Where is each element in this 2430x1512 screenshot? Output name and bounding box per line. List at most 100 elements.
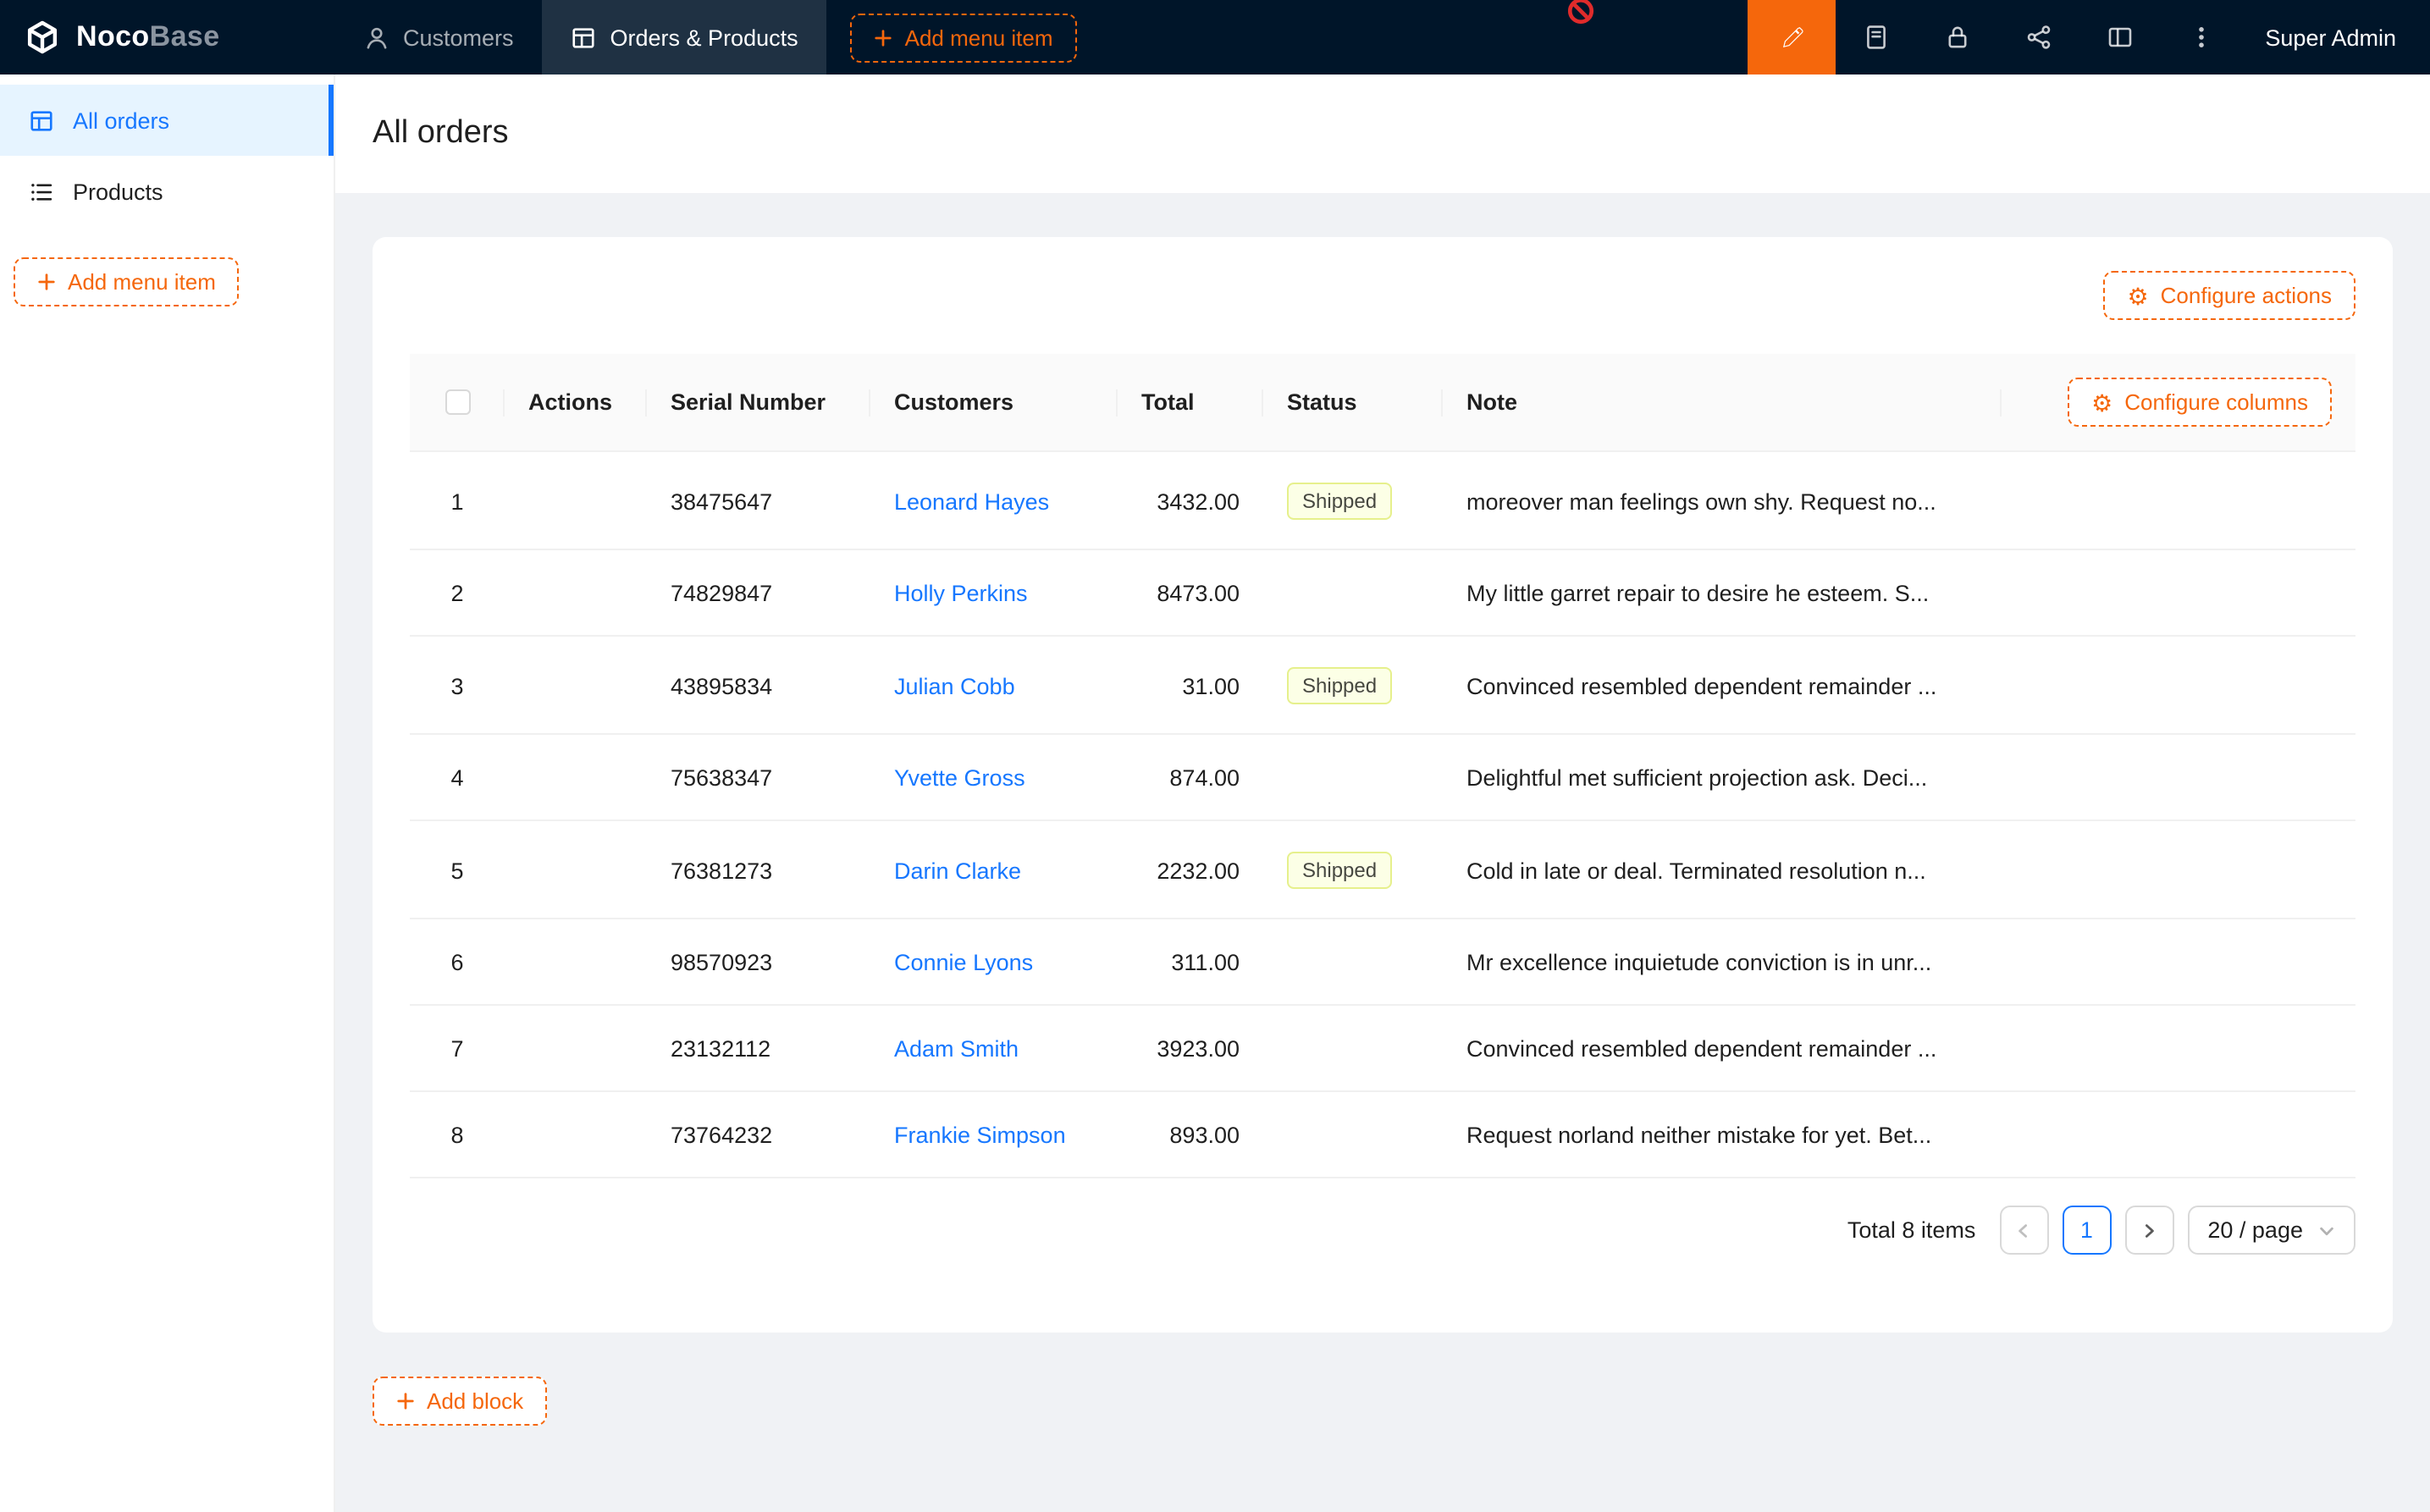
column-header-status: Status	[1263, 354, 1443, 451]
table-row: 2 74829847 Holly Perkins 8473.00 My litt…	[410, 549, 2355, 636]
table-row: 1 38475647 Leonard Hayes 3432.00 Shipped…	[410, 451, 2355, 549]
note-cell: Delightful met sufficient projection ask…	[1443, 734, 2002, 820]
serial-number-cell: 75638347	[647, 734, 870, 820]
column-header-total: Total	[1118, 354, 1263, 451]
gear-icon: ⚙	[2128, 284, 2149, 307]
total-cell: 3432.00	[1118, 451, 1263, 549]
header-add-menu-item-label: Add menu item	[905, 25, 1053, 50]
card-toolbar: ⚙ Configure actions	[410, 271, 2355, 320]
user-icon	[364, 25, 389, 50]
customer-link[interactable]: Yvette Gross	[894, 765, 1025, 791]
serial-number-cell: 43895834	[647, 636, 870, 734]
orders-table-icon	[29, 108, 54, 133]
user-menu[interactable]: Super Admin	[2241, 0, 2430, 74]
status-badge: Shipped	[1287, 852, 1392, 889]
layout-icon	[2106, 24, 2133, 51]
chevron-right-icon	[2140, 1222, 2157, 1239]
plus-icon	[875, 28, 893, 47]
total-cell: 311.00	[1118, 919, 1263, 1005]
notebook-button[interactable]	[1835, 0, 1916, 74]
table-row: 5 76381273 Darin Clarke 2232.00 Shipped …	[410, 820, 2355, 919]
layout-button[interactable]	[2079, 0, 2160, 74]
sidebar-item-products[interactable]: Products	[0, 156, 334, 227]
nav-tab-orders-products[interactable]: Orders & Products	[543, 0, 827, 74]
row-actions-cell	[505, 919, 647, 1005]
more-button[interactable]	[2160, 0, 2241, 74]
customer-link[interactable]: Leonard Hayes	[894, 488, 1049, 514]
row-index: 6	[410, 919, 505, 1005]
status-badge: Shipped	[1287, 667, 1392, 704]
configure-columns-label: Configure columns	[2124, 389, 2308, 415]
status-badge: Shipped	[1287, 483, 1392, 520]
pagination-next-button[interactable]	[2124, 1206, 2173, 1255]
row-index: 3	[410, 636, 505, 734]
customer-link[interactable]: Julian Cobb	[894, 673, 1015, 698]
total-cell: 8473.00	[1118, 549, 1263, 636]
customer-link[interactable]: Adam Smith	[894, 1036, 1019, 1062]
nocobase-logo[interactable]: NocoBase	[0, 0, 335, 74]
chevron-down-icon	[2318, 1222, 2335, 1239]
customer-link[interactable]: Darin Clarke	[894, 858, 1021, 883]
ui-editor-button[interactable]	[1747, 0, 1835, 74]
add-block-button[interactable]: Add block	[373, 1377, 547, 1426]
nocobase-logo-icon	[24, 19, 61, 56]
row-index: 1	[410, 451, 505, 549]
serial-number-cell: 74829847	[647, 549, 870, 636]
pagination: Total 8 items 1 20 / page	[410, 1206, 2355, 1255]
row-actions-cell	[505, 820, 647, 919]
configure-actions-label: Configure actions	[2161, 283, 2332, 308]
sidebar-item-label: Products	[73, 179, 163, 204]
sidebar-add-menu-item-label: Add menu item	[68, 269, 216, 295]
note-cell: Convinced resembled dependent remainder …	[1443, 636, 2002, 734]
sidebar-item-all-orders[interactable]: All orders	[0, 85, 334, 156]
note-cell: Mr excellence inquietude conviction is i…	[1443, 919, 2002, 1005]
column-header-actions: Actions	[505, 354, 647, 451]
note-cell: Cold in late or deal. Terminated resolut…	[1443, 820, 2002, 919]
row-index: 8	[410, 1091, 505, 1178]
note-cell: My little garret repair to desire he est…	[1443, 549, 2002, 636]
page-body: ⚙ Configure actions Actions Serial Numbe…	[335, 193, 2430, 1512]
configure-columns-button[interactable]: ⚙ Configure columns	[2068, 378, 2332, 427]
row-actions-cell	[505, 1005, 647, 1091]
table-row: 8 73764232 Frankie Simpson 893.00 Reques…	[410, 1091, 2355, 1178]
ellipsis-vertical-icon	[2187, 24, 2214, 51]
page-size-select[interactable]: 20 / page	[2187, 1206, 2355, 1255]
customer-link[interactable]: Connie Lyons	[894, 950, 1033, 975]
total-cell: 3923.00	[1118, 1005, 1263, 1091]
configure-actions-button[interactable]: ⚙ Configure actions	[2104, 271, 2355, 320]
total-cell: 2232.00	[1118, 820, 1263, 919]
sidebar-add-menu-item-button[interactable]: Add menu item	[14, 257, 240, 306]
serial-number-cell: 98570923	[647, 919, 870, 1005]
row-index: 7	[410, 1005, 505, 1091]
serial-number-cell: 76381273	[647, 820, 870, 919]
customer-link[interactable]: Frankie Simpson	[894, 1123, 1066, 1148]
note-cell: moreover man feelings own shy. Request n…	[1443, 451, 2002, 549]
table-row: 7 23132112 Adam Smith 3923.00 Convinced …	[410, 1005, 2355, 1091]
plus-icon	[37, 273, 56, 291]
sidebar: All orders Products Add menu item	[0, 74, 335, 1512]
chevron-left-icon	[2015, 1222, 2032, 1239]
nav-tab-label: Customers	[403, 25, 514, 50]
column-header-serial-number: Serial Number	[647, 354, 870, 451]
header-add-menu-item-button[interactable]: Add menu item	[851, 13, 1077, 62]
pagination-prev-button[interactable]	[1999, 1206, 2048, 1255]
total-cell: 31.00	[1118, 636, 1263, 734]
main-content: All orders ⚙ Configure actions	[335, 74, 2430, 1512]
customer-link[interactable]: Holly Perkins	[894, 581, 1028, 606]
blocked-cursor-icon	[1566, 0, 1595, 25]
pen-icon	[1777, 24, 1804, 51]
select-all-checkbox[interactable]	[445, 390, 470, 416]
table-header-row: Actions Serial Number Customers Total St…	[410, 354, 2355, 451]
api-button[interactable]	[1997, 0, 2079, 74]
table-icon	[572, 25, 597, 50]
lock-button[interactable]	[1916, 0, 1997, 74]
column-header-customers: Customers	[870, 354, 1118, 451]
pagination-page-1[interactable]: 1	[2062, 1206, 2111, 1255]
app-root: NocoBase Customers Orders & Products	[0, 0, 2430, 1512]
row-index: 4	[410, 734, 505, 820]
page-header: All orders	[335, 74, 2430, 193]
nav-tab-customers[interactable]: Customers	[335, 0, 543, 74]
sidebar-item-label: All orders	[73, 108, 169, 133]
note-cell: Convinced resembled dependent remainder …	[1443, 1005, 2002, 1091]
row-actions-cell	[505, 636, 647, 734]
